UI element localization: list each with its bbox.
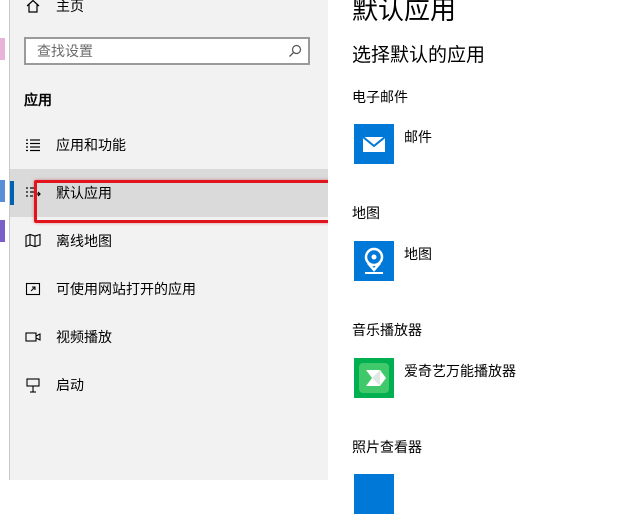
default-app-name: 地图 bbox=[404, 247, 432, 263]
sidebar-item-offline-maps[interactable]: 离线地图 bbox=[10, 217, 328, 265]
startup-icon bbox=[26, 378, 40, 393]
sidebar-item-startup[interactable]: 启动 bbox=[10, 361, 328, 409]
mail-app-icon bbox=[354, 124, 394, 164]
sidebar-item-label: 离线地图 bbox=[56, 234, 112, 250]
sidebar-item-label: 视频播放 bbox=[56, 330, 112, 346]
default-app-name: 邮件 bbox=[404, 130, 432, 146]
sidebar-item-label: 可使用网站打开的应用 bbox=[56, 282, 196, 298]
background-window-edge bbox=[0, 0, 10, 480]
sidebar-item-video-playback[interactable]: 视频播放 bbox=[10, 313, 328, 361]
apps-list-icon bbox=[26, 139, 40, 152]
sidebar-item-label: 应用和功能 bbox=[56, 138, 126, 154]
photo-viewer-app-icon bbox=[354, 474, 394, 514]
default-app-maps-button[interactable]: 地图 bbox=[352, 241, 612, 285]
category-label-photo-viewer: 照片查看器 bbox=[352, 440, 422, 456]
iqiyi-player-icon bbox=[354, 358, 394, 398]
main-content: 默认应用 选择默认的应用 电子邮件 邮件 地图 地图 音乐播放器 爱奇艺万能播放… bbox=[328, 0, 640, 514]
page-subtitle: 选择默认的应用 bbox=[352, 44, 486, 66]
sidebar-item-label: 主页 bbox=[56, 0, 84, 15]
default-app-photo-viewer-button[interactable] bbox=[352, 474, 612, 518]
apps-for-websites-icon bbox=[25, 282, 41, 296]
default-app-music-player-button[interactable]: 爱奇艺万能播放器 bbox=[352, 358, 612, 402]
edge-color-mark bbox=[0, 220, 5, 242]
section-title: 应用 bbox=[24, 93, 52, 109]
home-icon bbox=[26, 0, 40, 13]
search-icon[interactable] bbox=[288, 44, 302, 58]
maps-app-icon bbox=[354, 241, 394, 281]
category-label-music-player: 音乐播放器 bbox=[352, 323, 422, 339]
category-label-maps: 地图 bbox=[352, 206, 380, 222]
search-field[interactable] bbox=[24, 37, 310, 65]
search-input[interactable] bbox=[35, 42, 279, 62]
sidebar-item-home[interactable]: 主页 bbox=[10, 0, 328, 30]
sidebar-item-apps-for-websites[interactable]: 可使用网站打开的应用 bbox=[10, 265, 328, 313]
sidebar-item-default-apps[interactable]: 默认应用 bbox=[10, 169, 328, 217]
selection-indicator bbox=[10, 181, 14, 205]
settings-sidebar: 主页 应用 应用和功能 默认 bbox=[10, 0, 328, 480]
sidebar-item-label: 启动 bbox=[56, 378, 84, 394]
sidebar-item-apps-features[interactable]: 应用和功能 bbox=[10, 121, 328, 169]
default-app-email-button[interactable]: 邮件 bbox=[352, 124, 612, 168]
edge-color-mark bbox=[0, 38, 5, 60]
offline-maps-icon bbox=[25, 233, 41, 248]
video-playback-icon bbox=[25, 332, 41, 342]
page-title: 默认应用 bbox=[352, 0, 457, 26]
default-app-name: 爱奇艺万能播放器 bbox=[404, 364, 516, 380]
category-label-email: 电子邮件 bbox=[352, 90, 408, 106]
edge-color-mark bbox=[0, 180, 5, 202]
default-apps-icon bbox=[26, 187, 41, 197]
sidebar-item-label: 默认应用 bbox=[56, 186, 112, 202]
